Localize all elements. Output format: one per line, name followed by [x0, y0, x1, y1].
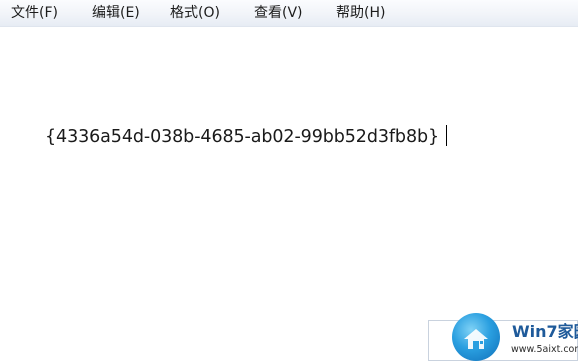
watermark-logo: Win7家园 www.5aixt.com: [428, 313, 578, 361]
editor-content: {4336a54d-038b-4685-ab02-99bb52d3fb8b}: [45, 127, 440, 147]
menu-view[interactable]: 查看(V): [254, 3, 303, 23]
text-editor-area[interactable]: {4336a54d-038b-4685-ab02-99bb52d3fb8b}: [0, 27, 578, 361]
text-caret: [446, 125, 448, 146]
menu-bar: 文件(F) 编辑(E) 格式(O) 查看(V) 帮助(H): [0, 0, 578, 27]
menu-edit[interactable]: 编辑(E): [92, 3, 140, 23]
house-icon: [464, 329, 488, 349]
menu-format[interactable]: 格式(O): [170, 3, 220, 23]
watermark-title: Win7家园: [512, 322, 578, 341]
editor-text-line[interactable]: {4336a54d-038b-4685-ab02-99bb52d3fb8b}: [45, 125, 448, 148]
menu-file[interactable]: 文件(F): [11, 3, 58, 23]
watermark-url: www.5aixt.com: [511, 344, 578, 355]
menu-help[interactable]: 帮助(H): [336, 3, 385, 23]
